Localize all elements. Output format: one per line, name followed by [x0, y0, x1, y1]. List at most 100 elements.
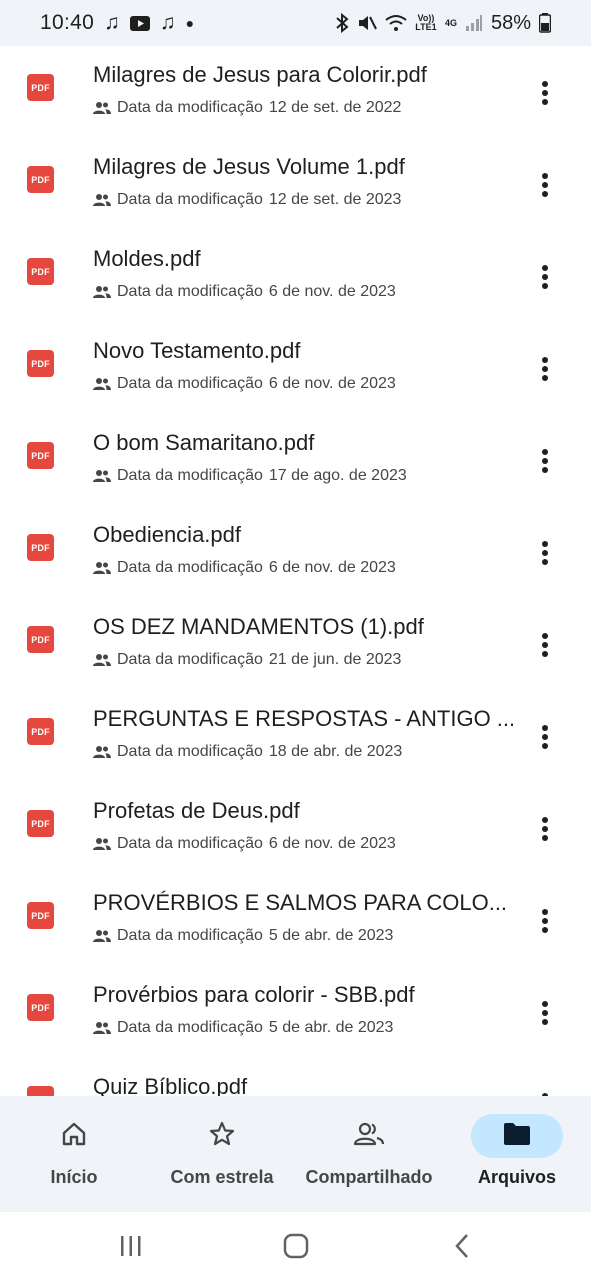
recent-apps-button[interactable] [111, 1230, 151, 1262]
modified-label: Data da modificação [117, 1019, 263, 1036]
more-options-button[interactable] [530, 722, 560, 752]
file-name: O bom Samaritano.pdf [93, 430, 315, 455]
file-row[interactable]: PDF Novo Testamento.pdf Data da modificaçã… [0, 327, 591, 419]
nav-home-label: Início [50, 1167, 98, 1187]
shared-people-icon [93, 285, 111, 299]
more-vert-icon [542, 1001, 548, 1025]
file-meta: Data da modificação 5 de abr. de 2023 [93, 927, 393, 945]
youtube-icon [129, 15, 150, 31]
file-row[interactable]: PDF Quiz Bíblico.pdf [0, 1063, 591, 1096]
more-options-button[interactable] [530, 906, 560, 936]
shared-people-icon [93, 377, 111, 391]
music-note-icon: ♫ [104, 11, 120, 34]
nav-starred-pill [176, 1114, 268, 1158]
more-options-button[interactable] [530, 170, 560, 200]
nav-starred[interactable]: Com estrela [148, 1096, 296, 1212]
more-vert-icon [542, 725, 548, 749]
more-vert-icon [542, 449, 548, 473]
more-options-button[interactable] [530, 354, 560, 384]
file-row[interactable]: PDF PERGUNTAS E RESPOSTAS - ANTIGO ... Dat… [0, 695, 591, 787]
more-vert-icon [542, 173, 548, 197]
pdf-file-icon: PDF [27, 994, 54, 1021]
file-name: Milagres de Jesus Volume 1.pdf [93, 154, 405, 179]
home-icon [60, 1120, 88, 1153]
modified-label: Data da modificação [117, 559, 263, 576]
file-list[interactable]: PDF Milagres de Jesus para Colorir.pdf Dat… [0, 46, 591, 1096]
bluetooth-icon [335, 13, 349, 33]
shared-people-icon [93, 101, 111, 115]
modified-label: Data da modificação [117, 191, 263, 208]
pdf-file-icon: PDF [27, 74, 54, 101]
wifi-icon [385, 14, 407, 32]
battery-percent: 58% [490, 11, 531, 34]
file-row[interactable]: PDF Provérbios para colorir - SBB.pdf Data… [0, 971, 591, 1063]
pdf-file-icon: PDF [27, 534, 54, 561]
shared-people-icon [93, 653, 111, 667]
file-row[interactable]: PDF Milagres de Jesus Volume 1.pdf Data da… [0, 143, 591, 235]
file-row[interactable]: PDF Moldes.pdf Data da modificação 6 de nov… [0, 235, 591, 327]
nav-shared-pill [323, 1114, 415, 1158]
file-name: Novo Testamento.pdf [93, 338, 301, 363]
file-name: PERGUNTAS E RESPOSTAS - ANTIGO ... [93, 706, 513, 731]
modified-label: Data da modificação [117, 743, 263, 760]
file-meta: Data da modificação 6 de nov. de 2023 [93, 283, 396, 301]
home-button[interactable] [276, 1230, 316, 1262]
pdf-file-icon: PDF [27, 442, 54, 469]
status-time: 10:40 [40, 11, 95, 34]
file-meta: Data da modificação 17 de ago. de 2023 [93, 467, 407, 485]
battery-icon [539, 13, 551, 33]
more-options-button[interactable] [530, 538, 560, 568]
file-row[interactable]: PDF OS DEZ MANDAMENTOS (1).pdf Data da mod… [0, 603, 591, 695]
file-name: Moldes.pdf [93, 246, 201, 271]
back-button[interactable] [442, 1230, 482, 1262]
pdf-file-icon: PDF [27, 350, 54, 377]
more-options-button[interactable] [530, 998, 560, 1028]
modified-date: 5 de abr. de 2023 [268, 927, 394, 944]
modified-date: 21 de jun. de 2023 [268, 651, 402, 668]
modified-date: 6 de nov. de 2023 [268, 835, 396, 852]
more-vert-icon [542, 909, 548, 933]
file-row[interactable]: PDF Obediencia.pdf Data da modificação 6 de… [0, 511, 591, 603]
file-row[interactable]: PDF Milagres de Jesus para Colorir.pdf Dat… [0, 51, 591, 143]
more-vert-icon [542, 633, 548, 657]
more-options-button[interactable] [530, 814, 560, 844]
system-navigation-bar [0, 1212, 591, 1280]
modified-date: 17 de ago. de 2023 [268, 467, 407, 484]
signal-icon [465, 14, 483, 32]
more-options-button[interactable] [530, 262, 560, 292]
nav-starred-label: Com estrela [170, 1167, 274, 1187]
more-vert-icon [542, 817, 548, 841]
network-type: 4G [444, 17, 457, 28]
music-note-icon: ♫ [159, 11, 176, 34]
file-name: Provérbios para colorir - SBB.pdf [93, 982, 415, 1007]
file-meta: Data da modificação 6 de nov. de 2023 [93, 375, 396, 393]
more-options-button[interactable] [530, 78, 560, 108]
pdf-file-icon: PDF [27, 810, 54, 837]
shared-people-icon [93, 561, 111, 575]
more-options-button[interactable] [530, 630, 560, 660]
modified-date: 6 de nov. de 2023 [268, 559, 396, 576]
modified-date: 6 de nov. de 2023 [268, 375, 396, 392]
modified-label: Data da modificação [117, 283, 263, 300]
nav-files[interactable]: Arquivos [443, 1096, 591, 1212]
file-row[interactable]: PDF O bom Samaritano.pdf Data da modificaç… [0, 419, 591, 511]
nav-files-pill [471, 1114, 563, 1158]
file-row[interactable]: PDF Profetas de Deus.pdf Data da modificaç… [0, 787, 591, 879]
modified-label: Data da modificação [117, 99, 263, 116]
pdf-file-icon: PDF [27, 902, 54, 929]
more-vert-icon [542, 541, 548, 565]
nav-files-label: Arquivos [477, 1167, 556, 1187]
nav-shared[interactable]: Compartilhado [295, 1096, 443, 1212]
file-name: PROVÉRBIOS E SALMOS PARA COLO... [93, 890, 508, 915]
modified-label: Data da modificação [117, 375, 263, 392]
file-row[interactable]: PDF PROVÉRBIOS E SALMOS PARA COLO... Data … [0, 879, 591, 971]
more-vert-icon [542, 265, 548, 289]
shared-people-icon [93, 1021, 111, 1035]
more-options-button[interactable] [530, 446, 560, 476]
modified-date: 6 de nov. de 2023 [268, 283, 396, 300]
shared-people-icon [93, 837, 111, 851]
nav-home[interactable]: Início [0, 1096, 148, 1212]
pdf-file-icon: PDF [27, 626, 54, 653]
modified-label: Data da modificação [117, 651, 263, 668]
modified-date: 18 de abr. de 2023 [268, 743, 403, 760]
